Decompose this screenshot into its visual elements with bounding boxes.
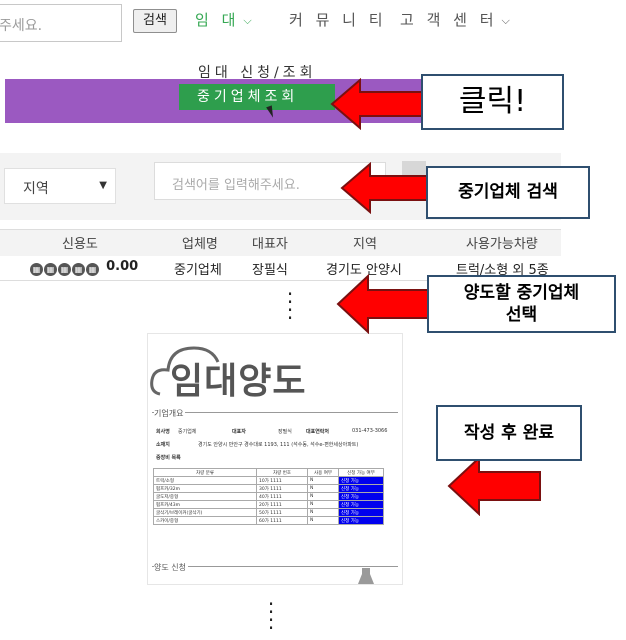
rating-badge-icon: ▦ [30,263,43,276]
equip-type: 굴삭기/브레이커(굴삭기) [153,508,257,517]
search-button[interactable]: 검색 [133,9,177,33]
equip-number: 50가 1111 [256,508,308,517]
equip-row: 트럭/소형 10가 1111 N 신청 가능 [153,476,384,485]
equip-status[interactable]: 신청 가능 [338,484,384,493]
equipment-table: 차량 분류 차량 번호 사용 여부 신청 가능 여부 트럭/소형 10가 111… [153,468,384,525]
phone-label: 대표연락처 [306,429,330,435]
equip-type: 트럭/소형 [153,476,257,485]
rating-badge-icon: ▦ [86,263,99,276]
company-cell[interactable]: 중기업체 [174,259,222,278]
nav-rental[interactable]: 임 대 ⌵ [195,9,252,30]
equip-number: 10가 1111 [256,476,308,485]
equip-used: N [307,476,339,485]
company-value: 중기업체 [178,429,197,435]
region-select-value: 지역 [23,181,49,197]
arrow-left-icon [330,78,424,130]
divider [152,412,398,413]
equip-status[interactable]: 신청 가능 [338,492,384,501]
section-company-overview: 기업개요 [154,408,186,419]
equip-header: 사용 여부 [307,468,339,477]
equip-header: 차량 분류 [153,468,257,477]
callout-search: 중기업체 검색 [426,166,590,219]
column-header-vehicles: 사용가능차량 [466,237,538,252]
equip-status[interactable]: 신청 가능 [338,500,384,509]
equip-row: 펌프카/32m 30가 1111 N 신청 가능 [153,484,384,493]
equip-used: N [307,492,339,501]
ceo-label: 대표자 [232,429,246,435]
application-form-preview: 임대양도 기업개요 회사명 중기업체 대표자 장필식 대표연락처 031-473… [147,333,403,585]
equip-status[interactable]: 신청 가능 [338,516,384,525]
equip-header: 신청 가능 여부 [338,468,384,477]
equip-row: 굴삭기/브레이커(굴삭기) 50가 1111 N 신청 가능 [153,508,384,517]
equip-number: 60가 1111 [256,516,308,525]
chevron-down-icon: ⌵ [501,14,510,27]
person-icon [358,568,374,584]
menu-item-rental-apply[interactable]: 임대 신청/조회 [198,62,316,82]
equip-number: 20가 1111 [256,500,308,509]
equip-type: 펌프카/43m [153,500,257,509]
region-select[interactable]: 지역 ▼ [4,168,116,204]
equip-status[interactable]: 신청 가능 [338,508,384,517]
equip-used: N [307,500,339,509]
equip-row: 굴도저/중형 40가 1111 N 신청 가능 [153,492,384,501]
search-input[interactable]: 주세요. [0,4,122,42]
column-header-rating: 신용도 [62,237,98,252]
equip-used: N [307,484,339,493]
caret-down-icon: ▼ [99,180,107,191]
nav-customer-center[interactable]: 고 객 센 터 ⌵ [400,9,510,30]
ceo-cell: 장필식 [252,263,288,278]
equip-status[interactable]: 신청 가능 [338,476,384,485]
phone-value: 031-473-3066 [352,428,388,434]
rating-cell: ▦ ▦ ▦ ▦ ▦ 0.00 [30,259,138,276]
section-transfer-request: 양도 신청 [154,562,188,573]
column-header-region: 지역 [353,237,377,252]
equipment-list-label: 중장비 목록 [156,455,181,461]
divider [152,566,398,567]
logo-text: 임대양도 [170,361,307,402]
ceo-value: 장필식 [278,429,292,435]
company-label: 회사명 [156,429,170,435]
arrow-left-icon [447,456,541,516]
equip-number: 30가 1111 [256,484,308,493]
rating-badge-icon: ▦ [58,263,71,276]
equip-type: 펌프카/32m [153,484,257,493]
callout-complete: 작성 후 완료 [436,405,582,461]
more-dots-icon: · · · · [267,592,275,640]
nav-customer-center-label: 고 객 센 터 [400,11,498,29]
rating-badge-icon: ▦ [44,263,57,276]
nav-community[interactable]: 커 뮤 니 티 [289,9,387,30]
equip-row: 펌프카/43m 20가 1111 N 신청 가능 [153,500,384,509]
rating-score: 0.00 [106,259,139,274]
equip-header: 차량 번호 [256,468,308,477]
callout-select: 양도할 중기업체 선택 [427,275,616,333]
search-input-placeholder: 주세요. [0,18,43,34]
equip-used: N [307,508,339,517]
address-label: 소재지 [156,442,170,448]
chevron-down-icon: ⌵ [243,14,252,27]
more-dots-icon: · · · · [286,282,294,330]
arrow-left-icon [336,274,430,334]
equip-used: N [307,516,339,525]
callout-click: 클릭! [421,74,564,130]
keyword-input-placeholder: 검색어를 입력해주세요. [172,178,300,193]
nav-community-label: 커 뮤 니 티 [289,11,387,29]
column-header-company: 업체명 [182,237,218,252]
column-header-ceo: 대표자 [252,237,288,252]
nav-rental-label: 임 대 [195,11,240,29]
equip-number: 40가 1111 [256,492,308,501]
menu-item-company-lookup[interactable]: 중기업체조회 [179,84,335,110]
rating-badge-icon: ▦ [72,263,85,276]
arrow-left-icon [340,162,430,214]
equip-type: 스카이/중형 [153,516,257,525]
equip-type: 굴도저/중형 [153,492,257,501]
address-value: 경기도 안양시 만안구 경수대로 1193, 111 (석수동, 석수e-편한세… [198,442,359,448]
equip-row: 스카이/중형 60가 1111 N 신청 가능 [153,516,384,525]
